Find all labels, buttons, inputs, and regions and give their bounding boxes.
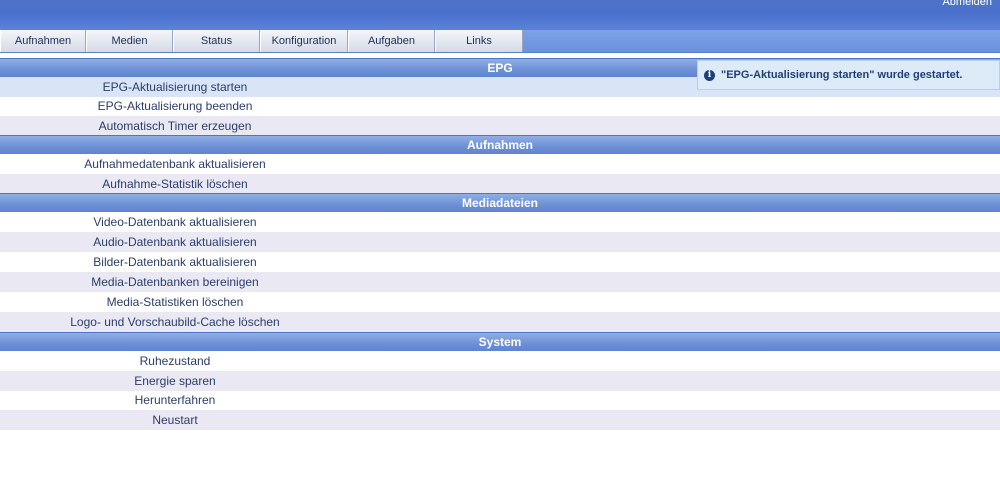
- task-energy-save[interactable]: Energie sparen: [0, 371, 350, 391]
- task-media-db-cleanup[interactable]: Media-Datenbanken bereinigen: [0, 272, 350, 292]
- tab-konfiguration[interactable]: Konfiguration: [260, 30, 348, 52]
- top-header: Abmelden: [0, 0, 1000, 30]
- task-restart[interactable]: Neustart: [0, 410, 350, 430]
- task-row[interactable]: Media-Statistiken löschen: [0, 292, 1000, 312]
- task-image-db-update[interactable]: Bilder-Datenbank aktualisieren: [0, 252, 350, 272]
- logout-link[interactable]: Abmelden: [942, 0, 992, 8]
- task-epg-start[interactable]: EPG-Aktualisierung starten: [0, 77, 350, 97]
- task-row[interactable]: Audio-Datenbank aktualisieren: [0, 232, 1000, 252]
- tab-links[interactable]: Links: [435, 30, 523, 52]
- task-auto-timer[interactable]: Automatisch Timer erzeugen: [0, 116, 350, 136]
- task-row[interactable]: Bilder-Datenbank aktualisieren: [0, 252, 1000, 272]
- task-epg-stop[interactable]: EPG-Aktualisierung beenden: [0, 96, 350, 116]
- task-row[interactable]: Neustart: [0, 410, 1000, 430]
- section-header-mediadateien: Mediadateien: [0, 193, 1000, 212]
- task-row[interactable]: Logo- und Vorschaubild-Cache löschen: [0, 312, 1000, 332]
- main-nav: Aufnahmen Medien Status Konfiguration Au…: [0, 30, 1000, 53]
- tab-aufgaben[interactable]: Aufgaben: [348, 30, 435, 52]
- task-row[interactable]: Ruhezustand: [0, 351, 1000, 371]
- task-shutdown[interactable]: Herunterfahren: [0, 390, 350, 410]
- task-hibernate[interactable]: Ruhezustand: [0, 351, 350, 371]
- task-row[interactable]: Energie sparen: [0, 371, 1000, 391]
- task-row[interactable]: Media-Datenbanken bereinigen: [0, 272, 1000, 292]
- tab-aufnahmen[interactable]: Aufnahmen: [0, 30, 86, 52]
- task-row[interactable]: Video-Datenbank aktualisieren: [0, 212, 1000, 232]
- task-recording-stats-clear[interactable]: Aufnahme-Statistik löschen: [0, 174, 350, 194]
- task-media-stats-clear[interactable]: Media-Statistiken löschen: [0, 292, 350, 312]
- task-logo-cache-clear[interactable]: Logo- und Vorschaubild-Cache löschen: [0, 312, 350, 332]
- info-icon: i: [704, 69, 715, 81]
- task-row[interactable]: EPG-Aktualisierung beenden: [0, 96, 1000, 116]
- task-row[interactable]: Aufnahme-Statistik löschen: [0, 174, 1000, 194]
- task-row[interactable]: Automatisch Timer erzeugen: [0, 116, 1000, 136]
- task-video-db-update[interactable]: Video-Datenbank aktualisieren: [0, 212, 350, 232]
- section-header-aufnahmen: Aufnahmen: [0, 135, 1000, 154]
- status-notice: i "EPG-Aktualisierung starten" wurde ges…: [697, 60, 1000, 90]
- section-header-system: System: [0, 332, 1000, 351]
- task-recording-db-update[interactable]: Aufnahmedatenbank aktualisieren: [0, 154, 350, 174]
- task-row[interactable]: Herunterfahren: [0, 390, 1000, 410]
- tab-medien[interactable]: Medien: [86, 30, 173, 52]
- task-audio-db-update[interactable]: Audio-Datenbank aktualisieren: [0, 232, 350, 252]
- task-row[interactable]: Aufnahmedatenbank aktualisieren: [0, 154, 1000, 174]
- tab-status[interactable]: Status: [173, 30, 260, 52]
- status-notice-text: "EPG-Aktualisierung starten" wurde gesta…: [721, 69, 963, 81]
